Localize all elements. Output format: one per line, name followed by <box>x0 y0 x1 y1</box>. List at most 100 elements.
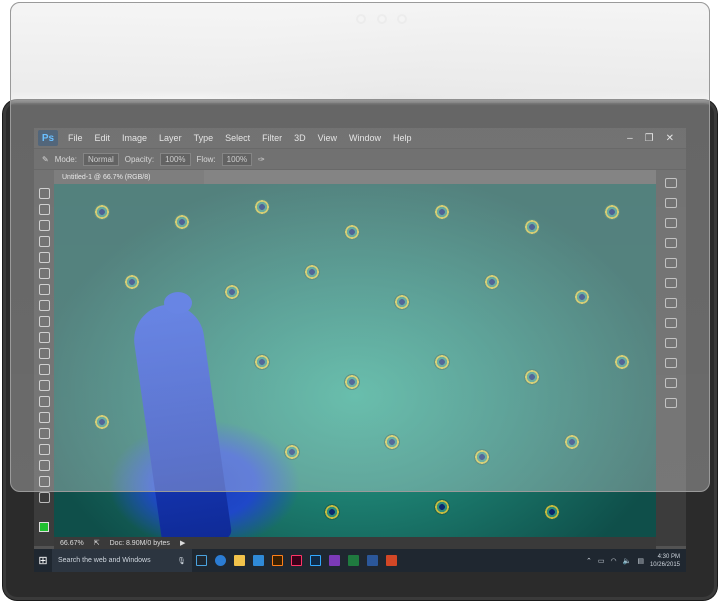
properties-panel-icon[interactable] <box>665 238 677 248</box>
peacock-feather-eye <box>124 274 140 290</box>
search-box[interactable]: Search the web and Windows 🎙 <box>52 549 192 572</box>
eyedropper-tool-icon[interactable] <box>38 268 50 279</box>
tool-presets-panel-icon[interactable] <box>665 378 677 388</box>
brush-tool-icon[interactable] <box>38 300 50 311</box>
menu-type[interactable]: Type <box>188 133 220 143</box>
task-view-icon[interactable] <box>196 555 207 566</box>
photoshop-icon[interactable] <box>310 555 321 566</box>
menu-window[interactable]: Window <box>343 133 387 143</box>
window-controls: – ❐ ✕ <box>627 133 686 144</box>
peacock-feather-eye <box>94 414 110 430</box>
tools-panel <box>34 170 54 546</box>
crop-tool-icon[interactable] <box>38 252 50 263</box>
excel-icon[interactable] <box>348 555 359 566</box>
edge-icon[interactable] <box>215 555 226 566</box>
blur-tool-icon[interactable] <box>38 380 50 391</box>
search-placeholder: Search the web and Windows <box>58 557 151 564</box>
menu-view[interactable]: View <box>312 133 343 143</box>
adjustments-panel-icon[interactable] <box>665 218 677 228</box>
tool-options-bar: ✎ Mode: Normal Opacity: 100% Flow: 100% … <box>34 148 686 170</box>
mode-select[interactable]: Normal <box>82 152 119 166</box>
photoshop-menubar: Ps File Edit Image Layer Type Select Fil… <box>34 128 686 148</box>
menu-layer[interactable]: Layer <box>153 133 188 143</box>
wifi-icon[interactable]: ◠ <box>611 557 617 565</box>
paragraph-panel-icon[interactable] <box>665 358 677 368</box>
powerpoint-icon[interactable] <box>386 555 397 566</box>
history-brush-tool-icon[interactable] <box>38 332 50 343</box>
file-explorer-icon[interactable] <box>234 555 245 566</box>
windows-taskbar: ⊞ Search the web and Windows 🎙 ⌃ ▭ ◠ 🔈 ▤ <box>34 549 686 572</box>
camera-cutout-icon <box>377 14 387 24</box>
clock[interactable]: 4:30 PM 10/26/2015 <box>650 553 680 569</box>
channels-panel-icon[interactable] <box>665 278 677 288</box>
marquee-tool-icon[interactable] <box>38 204 50 215</box>
close-button[interactable]: ✕ <box>666 133 674 144</box>
restore-button[interactable]: ❐ <box>645 133 654 144</box>
layers-panel-icon[interactable] <box>665 258 677 268</box>
type-tool-icon[interactable] <box>38 428 50 439</box>
menu-3d[interactable]: 3D <box>288 133 312 143</box>
eraser-tool-icon[interactable] <box>38 348 50 359</box>
brush-tool-icon[interactable]: ✎ <box>42 155 49 164</box>
pen-tool-icon[interactable] <box>38 412 50 423</box>
flow-field[interactable]: 100% <box>221 152 253 166</box>
status-menu-arrow-icon[interactable]: ▶ <box>180 539 185 547</box>
peacock-feather-eye <box>304 264 320 280</box>
menu-filter[interactable]: Filter <box>256 133 288 143</box>
peacock-feather-eye <box>474 449 490 465</box>
paths-panel-icon[interactable] <box>665 298 677 308</box>
peacock-feather-eye <box>484 274 500 290</box>
tablet-device: Ps File Edit Image Layer Type Select Fil… <box>3 100 717 600</box>
menu-help[interactable]: Help <box>387 133 418 143</box>
photoshop-logo: Ps <box>38 130 58 146</box>
path-select-tool-icon[interactable] <box>38 444 50 455</box>
peacock-feather-eye <box>434 499 450 515</box>
dodge-tool-icon[interactable] <box>38 396 50 407</box>
start-button[interactable]: ⊞ <box>34 549 52 572</box>
document-tab-label: Untitled-1 @ 66.7% (RGB/8) <box>62 173 151 181</box>
indesign-icon[interactable] <box>291 555 302 566</box>
peacock-feather-eye <box>564 434 580 450</box>
gradient-tool-icon[interactable] <box>38 364 50 375</box>
volume-icon[interactable]: 🔈 <box>623 557 632 565</box>
document-size: Doc: 8.90M/0 bytes <box>109 539 170 547</box>
foreground-color-swatch[interactable] <box>39 522 49 532</box>
camera-cutout-icon <box>356 14 366 24</box>
hand-tool-icon[interactable] <box>38 476 50 487</box>
minimize-button[interactable]: – <box>627 133 633 144</box>
opacity-field[interactable]: 100% <box>160 152 191 166</box>
menu-image[interactable]: Image <box>116 133 153 143</box>
shape-tool-icon[interactable] <box>38 460 50 471</box>
notifications-icon[interactable]: ▤ <box>637 557 644 565</box>
microphone-icon[interactable]: 🎙 <box>177 557 186 565</box>
document-tab[interactable]: Untitled-1 @ 66.7% (RGB/8) <box>54 170 204 184</box>
battery-icon[interactable]: ▭ <box>598 557 605 565</box>
brush-panel-icon[interactable] <box>665 318 677 328</box>
peacock-feather-eye <box>324 504 340 520</box>
document-canvas[interactable] <box>54 184 656 537</box>
illustrator-icon[interactable] <box>272 555 283 566</box>
stamp-tool-icon[interactable] <box>38 316 50 327</box>
character-panel-icon[interactable] <box>665 338 677 348</box>
menu-select[interactable]: Select <box>219 133 256 143</box>
menu-edit[interactable]: Edit <box>89 133 117 143</box>
quick-select-tool-icon[interactable] <box>38 236 50 247</box>
airbrush-icon[interactable]: ✑ <box>258 155 265 164</box>
healing-tool-icon[interactable] <box>38 284 50 295</box>
chevron-up-icon[interactable]: ⌃ <box>586 557 592 565</box>
navigator-panel-icon[interactable] <box>665 398 677 408</box>
lasso-tool-icon[interactable] <box>38 220 50 231</box>
move-tool-icon[interactable] <box>38 188 50 199</box>
clock-time: 4:30 PM <box>657 553 680 560</box>
word-icon[interactable] <box>367 555 378 566</box>
clock-date: 10/26/2015 <box>649 561 680 568</box>
menu-file[interactable]: File <box>62 133 89 143</box>
store-icon[interactable] <box>253 555 264 566</box>
export-icon[interactable]: ⇱ <box>94 539 100 547</box>
history-panel-icon[interactable] <box>665 178 677 188</box>
zoom-tool-icon[interactable] <box>38 492 50 503</box>
peacock-feather-eye <box>254 199 270 215</box>
zoom-level[interactable]: 66.67% <box>60 540 84 547</box>
swatches-panel-icon[interactable] <box>665 198 677 208</box>
onenote-icon[interactable] <box>329 555 340 566</box>
